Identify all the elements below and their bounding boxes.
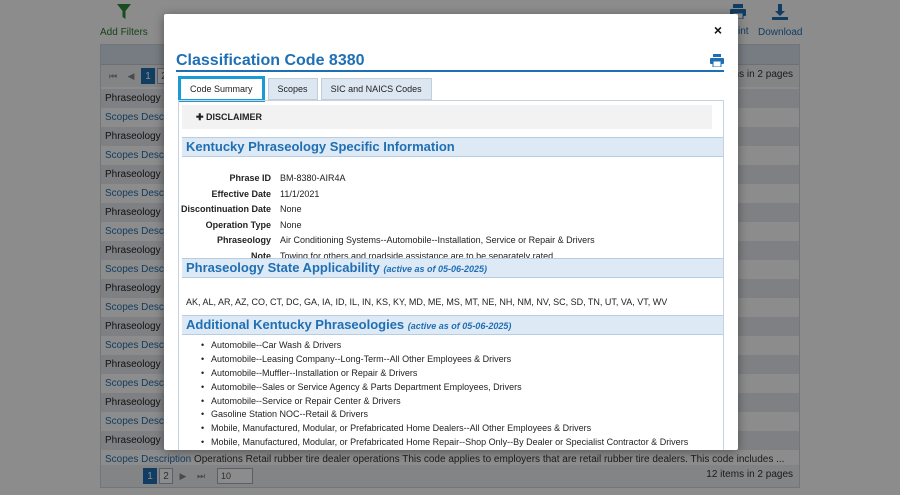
list-item: Mobile, Manufactured, Modular, or Prefab… [201,422,688,436]
field-value: None [280,204,302,214]
plus-icon: ✚ [196,112,207,122]
field-value: 11/1/2021 [280,189,320,199]
close-icon[interactable]: × [714,22,722,38]
field-label: Effective Date [211,189,271,199]
list-item: Gasoline Station NOC--Retail & Drivers [201,408,688,422]
field-label: Phraseology [216,235,271,245]
classification-modal: × Classification Code 8380 Code Summary … [164,14,738,450]
additional-phraseologies-title: Additional Kentucky Phraseologies [186,317,405,332]
specific-info-heading: Kentucky Phraseology Specific Informatio… [182,137,723,157]
tab-content: ✚ DISCLAIMER Kentucky Phraseology Specif… [178,100,724,450]
field-value: None [280,220,302,230]
additional-phraseologies-asof: (active as of 05-06-2025) [407,321,512,331]
disclaimer-label: DISCLAIMER [206,112,263,122]
state-applicability-heading: Phraseology State Applicability (active … [182,258,723,278]
state-list: AK, AL, AR, AZ, CO, CT, DC, GA, IA, ID, … [186,297,668,307]
disclaimer-toggle[interactable]: ✚ DISCLAIMER [182,105,712,129]
additional-phraseologies-list: Automobile--Car Wash & DriversAutomobile… [201,339,688,450]
field-value: BM-8380-AIR4A [280,173,346,183]
additional-phraseologies-heading: Additional Kentucky Phraseologies (activ… [182,315,723,335]
tab-sic-naics-codes[interactable]: SIC and NAICS Codes [320,78,432,100]
modal-title: Classification Code 8380 [176,52,365,69]
field-label: Discontinuation Date [180,204,271,214]
list-item: Mobile, Manufactured, Modular, or Prefab… [201,436,688,450]
modal-tabs: Code Summary Scopes SIC and NAICS Codes [178,76,432,102]
list-item: Automobile--Sales or Service Agency & Pa… [201,381,688,395]
field-row: Phrase ID BM-8380-AIR4A [179,171,719,186]
field-row: Discontinuation Date None [179,202,719,217]
field-row: Effective Date 11/1/2021 [179,187,719,202]
print-icon[interactable] [710,54,724,68]
state-applicability-asof: (active as of 05-06-2025) [383,264,488,274]
list-item: Automobile--Leasing Company--Long-Term--… [201,353,688,367]
field-label: Phrase ID [229,173,271,183]
list-item: Automobile--Car Wash & Drivers [201,339,688,353]
field-label: Operation Type [205,220,271,230]
list-item: Automobile--Muffler--Installation or Rep… [201,367,688,381]
field-value: Air Conditioning Systems--Automobile--In… [280,235,595,245]
tab-scopes[interactable]: Scopes [267,78,318,100]
specific-info-title: Kentucky Phraseology Specific Informatio… [186,139,455,154]
field-row: Phraseology Air Conditioning Systems--Aut… [179,233,719,248]
title-underline [176,70,724,72]
field-row: Operation Type None [179,218,719,233]
list-item: Automobile--Service or Repair Center & D… [201,395,688,409]
tab-code-summary[interactable]: Code Summary [178,76,265,102]
state-applicability-title: Phraseology State Applicability [186,260,380,275]
